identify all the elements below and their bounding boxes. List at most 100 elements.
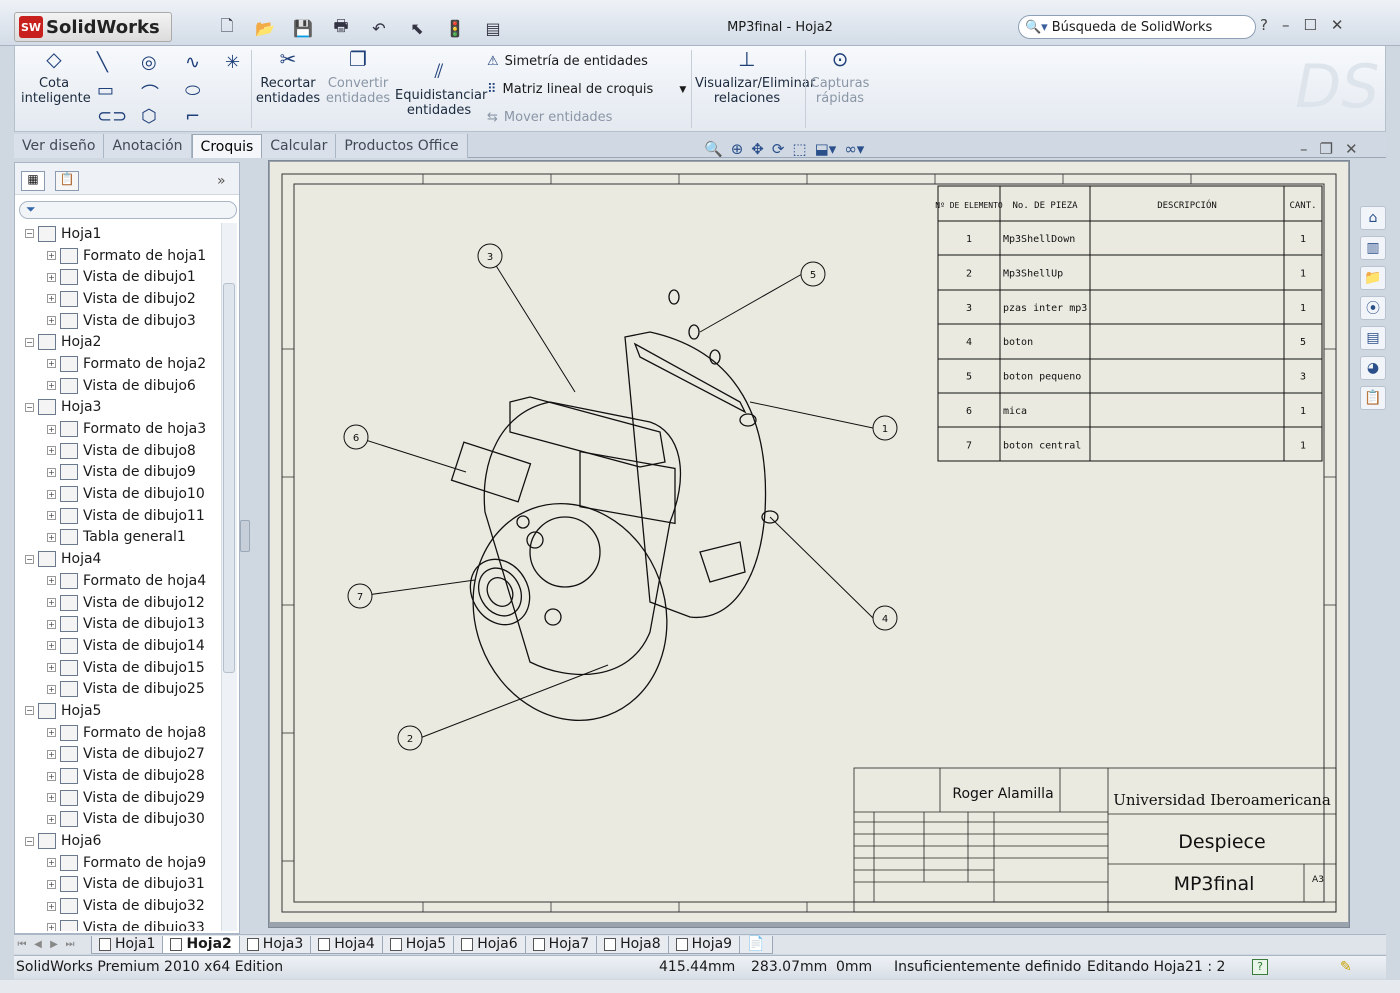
property-manager-tab-icon[interactable]: 📋: [55, 171, 79, 191]
tree-view-node[interactable]: + Vista de dibujo3: [15, 310, 227, 332]
tree-view-node[interactable]: + Formato de hoja3: [15, 418, 227, 440]
panel-splitter[interactable]: [240, 520, 250, 552]
tab-calcular[interactable]: Calcular: [262, 134, 337, 158]
tree-sheet-node[interactable]: − Hoja5: [15, 700, 227, 722]
tree-view-node[interactable]: + Vista de dibujo28: [15, 765, 227, 787]
offset-entities-button[interactable]: ⫽ Equidistanciar entidades: [395, 61, 487, 118]
expand-icon[interactable]: +: [47, 684, 56, 694]
tab-anotación[interactable]: Anotación: [104, 134, 192, 158]
file-explorer-icon[interactable]: 📁: [1360, 266, 1386, 290]
home-icon[interactable]: ⌂: [1360, 206, 1386, 230]
new-document-icon[interactable]: 🗋: [212, 16, 242, 40]
tab-ver-diseño[interactable]: Ver diseño: [14, 134, 105, 158]
tree-view-node[interactable]: + Vista de dibujo10: [15, 483, 227, 505]
feature-tree-tab-icon[interactable]: ▦: [21, 171, 45, 191]
tab-croquis[interactable]: Croquis: [191, 134, 263, 158]
status-scale[interactable]: 1 : 2: [1194, 959, 1225, 975]
appearances-icon[interactable]: ◕: [1360, 356, 1386, 380]
smart-dimension-button[interactable]: ◇ Cota inteligente: [21, 49, 91, 106]
doc-minimize-icon[interactable]: –: [1300, 140, 1308, 158]
prev-sheet-icon[interactable]: ◀: [30, 937, 46, 953]
expand-icon[interactable]: +: [47, 359, 56, 369]
sheet-tab-hoja7[interactable]: Hoja7: [524, 935, 598, 954]
slot-icon[interactable]: ⊂⊃: [97, 106, 127, 127]
rectangle-icon[interactable]: ▭: [97, 80, 114, 101]
hide-show-icon[interactable]: ∞▾: [844, 140, 864, 158]
sheet-tab-hoja4[interactable]: Hoja4: [310, 935, 383, 954]
drawing-sheet[interactable]: 1 2 3 4 5 6 7 Nº DE ELEMENTO No. DE PIEZA…: [270, 162, 1348, 922]
view-palette-icon[interactable]: ▤: [1360, 326, 1386, 350]
tags-icon[interactable]: ✎: [1340, 959, 1352, 975]
collapse-icon[interactable]: −: [25, 337, 34, 347]
circle-icon[interactable]: ◎: [141, 52, 157, 73]
sheet-tab-hoja1[interactable]: Hoja1: [91, 935, 164, 954]
print-icon[interactable]: 🖶: [326, 16, 356, 40]
fillet-icon[interactable]: ⌐: [185, 106, 200, 127]
tree-sheet-node[interactable]: − Hoja2: [15, 331, 227, 353]
doc-restore-icon[interactable]: ❐: [1320, 140, 1333, 158]
trim-entities-button[interactable]: ✂ Recortar entidades: [255, 49, 321, 106]
help-button[interactable]: ?: [1260, 16, 1268, 34]
options-icon[interactable]: ▤: [478, 16, 508, 40]
custom-properties-icon[interactable]: 📋: [1360, 386, 1386, 410]
spline-icon[interactable]: ∿: [185, 52, 200, 73]
collapse-icon[interactable]: −: [25, 402, 34, 412]
expand-icon[interactable]: +: [47, 901, 56, 911]
display-delete-relations-button[interactable]: ⊥ Visualizar/Eliminar relaciones: [695, 49, 815, 106]
tree-view-node[interactable]: + Vista de dibujo31: [15, 874, 227, 896]
tree-view-node[interactable]: + Vista de dibujo8: [15, 440, 227, 462]
linear-pattern-button[interactable]: ⠿ Matriz lineal de croquis ▼: [487, 82, 686, 97]
expand-icon[interactable]: +: [47, 446, 56, 456]
expand-icon[interactable]: +: [47, 272, 56, 282]
rebuild-icon[interactable]: 🚦: [440, 16, 470, 40]
tree-view-node[interactable]: + Vista de dibujo29: [15, 787, 227, 809]
tree-view-node[interactable]: + Vista de dibujo30: [15, 809, 227, 831]
search-results-icon[interactable]: ⦿: [1360, 296, 1386, 320]
polygon-icon[interactable]: ⬡: [141, 106, 157, 127]
tree-sheet-node[interactable]: − Hoja1: [15, 223, 227, 245]
expand-icon[interactable]: +: [47, 381, 56, 391]
expand-icon[interactable]: +: [47, 316, 56, 326]
expand-icon[interactable]: +: [47, 793, 56, 803]
tree-view-node[interactable]: + Formato de hoja9: [15, 852, 227, 874]
design-library-icon[interactable]: ▥: [1360, 236, 1386, 260]
doc-close-icon[interactable]: ✕: [1345, 140, 1358, 158]
tree-view-node[interactable]: + Formato de hoja8: [15, 722, 227, 744]
first-sheet-icon[interactable]: ⏮: [14, 937, 30, 953]
tree-view-node[interactable]: + Vista de dibujo27: [15, 744, 227, 766]
redraw-icon[interactable]: ⟳: [772, 140, 785, 158]
sheet-tab-hoja6[interactable]: Hoja6: [453, 935, 526, 954]
expand-icon[interactable]: +: [47, 771, 56, 781]
mirror-entities-button[interactable]: ⚠ Simetría de entidades: [487, 54, 648, 69]
close-icon[interactable]: ✕: [1331, 16, 1344, 34]
tree-filter-input[interactable]: ⏷: [19, 201, 237, 219]
tree-view-node[interactable]: + Formato de hoja4: [15, 570, 227, 592]
tree-view-node[interactable]: + Vista de dibujo9: [15, 462, 227, 484]
expand-icon[interactable]: +: [47, 576, 56, 586]
sheet-tab-hoja8[interactable]: Hoja8: [596, 935, 669, 954]
collapse-icon[interactable]: −: [25, 836, 34, 846]
expand-icon[interactable]: +: [47, 663, 56, 673]
move-entities-button[interactable]: ⇆ Mover entidades: [487, 110, 612, 125]
tree-view-node[interactable]: + Vista de dibujo12: [15, 592, 227, 614]
sheet-tab-hoja2[interactable]: Hoja2: [162, 935, 240, 954]
expand-icon[interactable]: +: [47, 598, 56, 608]
expand-icon[interactable]: +: [47, 858, 56, 868]
zoom-to-area-icon[interactable]: ⊕: [731, 140, 744, 158]
tree-view-node[interactable]: + Vista de dibujo14: [15, 635, 227, 657]
tree-view-node[interactable]: + Vista de dibujo2: [15, 288, 227, 310]
collapse-icon[interactable]: −: [25, 554, 34, 564]
tree-view-node[interactable]: + Vista de dibujo32: [15, 895, 227, 917]
expand-icon[interactable]: +: [47, 923, 56, 931]
tab-productos-office[interactable]: Productos Office: [336, 134, 468, 158]
collapse-icon[interactable]: −: [25, 229, 34, 239]
tree-view-node[interactable]: + Vista de dibujo11: [15, 505, 227, 527]
tree-view-node[interactable]: + Vista de dibujo13: [15, 613, 227, 635]
tree-view-node[interactable]: + Vista de dibujo6: [15, 375, 227, 397]
next-sheet-icon[interactable]: ▶: [46, 937, 62, 953]
expand-icon[interactable]: +: [47, 251, 56, 261]
expand-icon[interactable]: +: [47, 619, 56, 629]
tree-view-node[interactable]: + Vista de dibujo1: [15, 266, 227, 288]
chevron-down-icon[interactable]: ▼: [679, 85, 686, 95]
tree-view-node[interactable]: + Formato de hoja2: [15, 353, 227, 375]
